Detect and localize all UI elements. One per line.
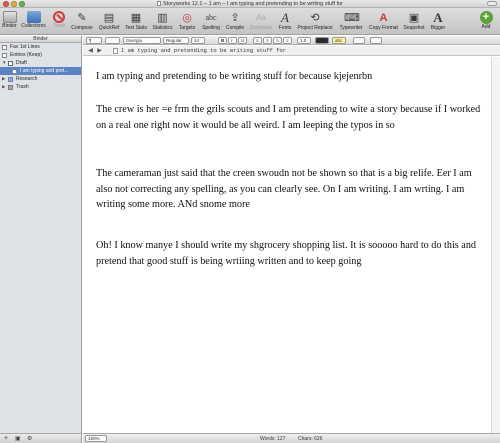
- word-count: Words: 127: [260, 436, 286, 442]
- snapshot-button[interactable]: ▣ Snapshot: [402, 9, 426, 34]
- compose-button[interactable]: ✎ Compose: [70, 9, 94, 34]
- spelling-icon: abc: [205, 13, 217, 22]
- project-replace-icon: ⟲: [310, 12, 320, 24]
- binder-item-current-document[interactable]: I am typing and pret...: [0, 67, 81, 75]
- italic-button[interactable]: I: [228, 37, 237, 44]
- dictionary-button[interactable]: Aa Dictionary: [248, 9, 274, 34]
- targets-button[interactable]: ◎ Targets: [176, 9, 198, 34]
- collections-icon: [26, 11, 41, 23]
- paragraph[interactable]: I am typing and pretending to be writing…: [96, 69, 486, 85]
- paragraph[interactable]: Oh! I know manye I should write my shgro…: [96, 238, 486, 269]
- back-arrow-icon[interactable]: ◀: [87, 47, 94, 55]
- page-icon: [2, 45, 7, 50]
- folder-add-icon[interactable]: ▣: [15, 435, 21, 443]
- typewriter-icon: ⌨: [344, 12, 360, 24]
- paragraph[interactable]: The cameraman just said that the creen s…: [96, 166, 486, 213]
- disclosure-triangle-icon[interactable]: ▼: [2, 59, 6, 67]
- text-preset-menu[interactable]: [105, 37, 120, 44]
- compile-icon: ⇪: [230, 12, 240, 24]
- statistics-icon: ▥: [157, 12, 168, 24]
- disclosure-triangle-icon[interactable]: ▶: [2, 83, 5, 91]
- trash-icon: [53, 11, 65, 23]
- quickref-icon: ▤: [103, 12, 115, 24]
- align-right-button[interactable]: ≡: [273, 37, 282, 44]
- compose-icon: ✎: [77, 12, 87, 24]
- editor-footer: 150% Words: 127 Chars: 626: [83, 433, 500, 443]
- add-button[interactable]: + Add: [476, 9, 496, 34]
- document-title[interactable]: I am typing and pretending to be writing…: [121, 46, 286, 56]
- copy-format-icon: A: [379, 12, 388, 24]
- gear-icon[interactable]: ⚙: [27, 435, 32, 443]
- forward-arrow-icon[interactable]: ▶: [96, 47, 103, 55]
- document-icon: [157, 1, 162, 6]
- binder-item-entries-keep[interactable]: Entries (Keep): [0, 51, 81, 59]
- typewriter-button[interactable]: ⌨ Typewriter: [337, 9, 365, 34]
- editor-header-bar: ◀ ▶ I am typing and pretending to be wri…: [83, 46, 500, 56]
- page-icon: [2, 53, 7, 58]
- quickref-button[interactable]: ▤ QuickRef: [97, 9, 121, 34]
- binder-icon: [2, 11, 17, 23]
- binder-item-fav-1st-lines[interactable]: Fav 1st Lines: [0, 43, 81, 51]
- paragraph[interactable]: The crew is her =e frm the grils scouts …: [96, 102, 486, 133]
- style-menu[interactable]: ¶: [86, 37, 102, 44]
- text-stats-icon: ▦: [130, 12, 142, 24]
- window-title: Storyworks 12.1 – 1 am – I am typing and…: [0, 0, 500, 8]
- document-icon: [113, 48, 118, 54]
- fonts-icon: A: [281, 10, 289, 25]
- zoom-select[interactable]: 150%: [85, 435, 107, 442]
- binder-button[interactable]: Binder: [2, 9, 17, 34]
- disclosure-triangle-icon[interactable]: ▶: [2, 75, 5, 83]
- targets-icon: ◎: [182, 12, 192, 24]
- statistics-button[interactable]: ▥ Statistics: [150, 9, 175, 34]
- binder-item-research[interactable]: ▶ Research: [0, 75, 81, 83]
- char-count: Chars: 626: [298, 436, 323, 442]
- page-icon: [12, 69, 17, 74]
- dictionary-icon: Aa: [256, 13, 266, 22]
- binder-item-draft[interactable]: ▼ Draft: [0, 59, 81, 67]
- add-icon: +: [479, 11, 493, 24]
- highlight-color-button[interactable]: abc: [332, 37, 346, 44]
- format-bar: ¶ Georgia Regular 14 B I U ≡ ≡ ≡ ≡ 1.0 a…: [83, 36, 500, 45]
- list-button[interactable]: [353, 37, 365, 44]
- underline-button[interactable]: U: [238, 37, 247, 44]
- add-item-icon[interactable]: +: [4, 435, 8, 443]
- editor-scrollbar[interactable]: [491, 57, 500, 433]
- bold-button[interactable]: B: [218, 37, 227, 44]
- text-stats-button[interactable]: ▦ Text Stats: [123, 9, 149, 34]
- line-spacing-select[interactable]: 1.0: [297, 37, 311, 44]
- spelling-button[interactable]: abc Spelling: [200, 9, 222, 34]
- binder-footer: + ▣ ⚙: [0, 433, 82, 443]
- align-center-button[interactable]: ≡: [263, 37, 272, 44]
- main-toolbar: Binder Collections Trash ✎ Compose ▤ Qui…: [0, 8, 500, 35]
- toolbar-toggle-button[interactable]: [487, 1, 497, 6]
- binder-sidebar: Binder Fav 1st Lines Entries (Keep) ▼ Dr…: [0, 36, 82, 433]
- trash-bin-icon: [8, 85, 13, 90]
- text-editor[interactable]: I am typing and pretending to be writing…: [83, 57, 491, 433]
- snapshot-icon: ▣: [408, 12, 420, 24]
- copy-format-button[interactable]: A Copy Format: [367, 9, 400, 34]
- compile-button[interactable]: ⇪ Compile: [224, 9, 246, 34]
- bigger-icon: A: [433, 10, 443, 25]
- collections-button[interactable]: Collections: [20, 9, 47, 34]
- binder-heading: Binder: [0, 36, 81, 43]
- folder-icon: [8, 77, 13, 82]
- font-weight-select[interactable]: Regular: [163, 37, 189, 44]
- font-size-select[interactable]: 14: [191, 37, 205, 44]
- table-button[interactable]: [370, 37, 382, 44]
- align-justify-button[interactable]: ≡: [283, 37, 292, 44]
- bigger-button[interactable]: A Bigger: [428, 9, 448, 34]
- fonts-button[interactable]: A Fonts: [276, 9, 294, 34]
- window-titlebar: Storyworks 12.1 – 1 am – I am typing and…: [0, 0, 500, 8]
- font-family-select[interactable]: Georgia: [123, 37, 161, 44]
- text-color-button[interactable]: [315, 37, 329, 44]
- binder-item-trash[interactable]: ▶ Trash: [0, 83, 81, 91]
- project-replace-button[interactable]: ⟲ Project Replace: [296, 9, 334, 34]
- trash-button[interactable]: Trash: [50, 9, 68, 34]
- draft-folder-icon: [8, 61, 13, 66]
- align-left-button[interactable]: ≡: [253, 37, 262, 44]
